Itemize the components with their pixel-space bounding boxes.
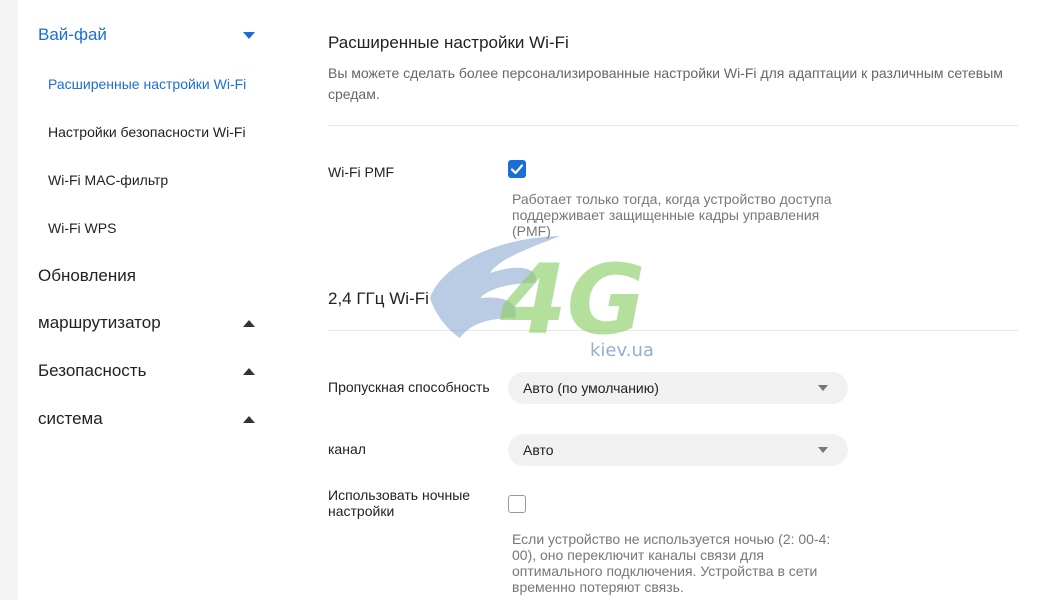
pmf-label: Wi-Fi PMF (328, 164, 395, 180)
night-label: Использовать ночные настройки (328, 487, 471, 519)
nav-section-label: Безопасность (38, 361, 147, 380)
night-hint: Если устройство не используется ночью (2… (512, 531, 831, 595)
divider (328, 330, 1018, 331)
nav-section-label: Вай-фай (38, 25, 107, 44)
page-title: Расширенные настройки Wi-Fi (328, 33, 569, 52)
check-icon (510, 164, 524, 175)
main-panel: Расширенные настройки Wi-Fi Вы можете сд… (278, 0, 1041, 600)
sidebar-item-wifi-wps[interactable]: Wi-Fi WPS (48, 220, 116, 236)
caret-up-icon (243, 319, 255, 327)
nav-section-label: Обновления (38, 266, 136, 285)
bandwidth-label: Пропускная способность (328, 379, 490, 395)
chevron-down-icon (818, 385, 828, 391)
sidebar-item-wifi-mac-filter[interactable]: Wi-Fi MAC-фильтр (48, 172, 168, 188)
bandwidth-select[interactable]: Авто (по умолчанию) (508, 372, 848, 404)
nav-section-router[interactable]: маршрутизатор (38, 308, 258, 338)
sidebar-item-wifi-advanced[interactable]: Расширенные настройки Wi-Fi (48, 76, 246, 92)
divider (328, 125, 1018, 126)
sidebar-item-wifi-security[interactable]: Настройки безопасности Wi-Fi (48, 124, 246, 140)
caret-down-icon (243, 31, 255, 39)
sidebar: Вай-фай Расширенные настройки Wi-Fi Наст… (18, 0, 278, 600)
channel-label: канал (328, 441, 366, 457)
nav-section-security[interactable]: Безопасность (38, 356, 258, 386)
pmf-checkbox[interactable] (508, 160, 526, 178)
caret-up-icon (243, 367, 255, 375)
nav-section-label: маршрутизатор (38, 313, 161, 332)
nav-section-wifi[interactable]: Вай-фай (38, 20, 258, 50)
night-checkbox[interactable] (508, 495, 526, 513)
page-description: Вы можете сделать более персонализирован… (328, 65, 1003, 102)
nav-section-label: система (38, 409, 103, 428)
band-title: 2,4 ГГц Wi-Fi (328, 289, 429, 308)
channel-select[interactable]: Авто (508, 434, 848, 466)
nav-section-updates[interactable]: Обновления (38, 261, 258, 291)
channel-value: Авто (523, 442, 554, 458)
caret-up-icon (243, 415, 255, 423)
nav-section-system[interactable]: система (38, 404, 258, 434)
chevron-down-icon (818, 447, 828, 453)
pmf-hint: Работает только тогда, когда устройство … (512, 191, 832, 239)
bandwidth-value: Авто (по умолчанию) (523, 380, 659, 396)
